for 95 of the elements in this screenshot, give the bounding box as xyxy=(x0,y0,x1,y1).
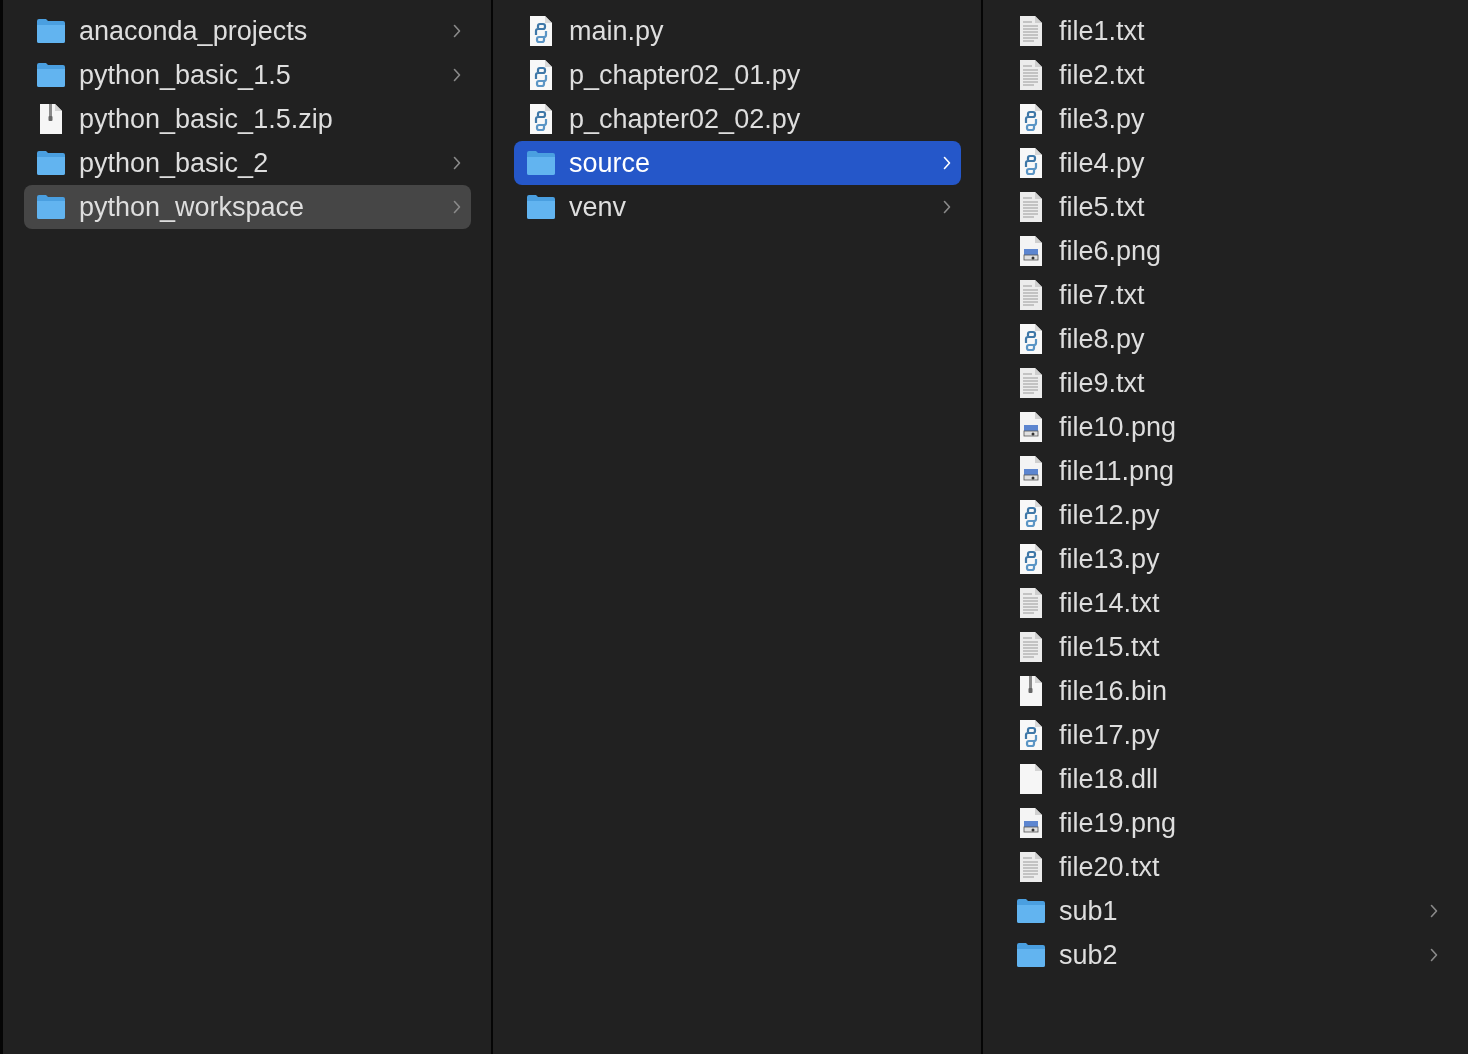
file-name: file10.png xyxy=(1059,411,1178,443)
folder-icon xyxy=(1016,897,1046,925)
folder-row[interactable]: sub2 xyxy=(1004,933,1448,977)
python-file-icon xyxy=(1018,323,1044,355)
file-name: sub2 xyxy=(1059,939,1119,971)
file-name: venv xyxy=(569,191,628,223)
folder-row[interactable]: source xyxy=(514,141,961,185)
folder-row[interactable]: venv xyxy=(514,185,961,229)
file-name: file7.txt xyxy=(1059,279,1146,311)
folder-icon xyxy=(1016,941,1046,969)
python-file-icon xyxy=(528,59,554,91)
file-name: file5.txt xyxy=(1059,191,1146,223)
file-name: p_chapter02_02.py xyxy=(569,103,802,135)
file-row[interactable]: file10.png xyxy=(1004,405,1448,449)
file-name: file18.dll xyxy=(1059,763,1160,795)
file-name: file4.py xyxy=(1059,147,1146,179)
file-name: file12.py xyxy=(1059,499,1161,531)
file-row[interactable]: file17.py xyxy=(1004,713,1448,757)
folder-icon xyxy=(36,61,66,89)
file-name: file20.txt xyxy=(1059,851,1161,883)
text-file-icon xyxy=(1018,851,1044,883)
text-file-icon xyxy=(1018,631,1044,663)
file-row[interactable]: file4.py xyxy=(1004,141,1448,185)
zip-file-icon xyxy=(1018,675,1044,707)
file-row[interactable]: file8.py xyxy=(1004,317,1448,361)
file-name: p_chapter02_01.py xyxy=(569,59,802,91)
file-name: source xyxy=(569,147,652,179)
file-name: python_basic_1.5 xyxy=(79,59,292,91)
file-row[interactable]: file18.dll xyxy=(1004,757,1448,801)
file-name: file11.png xyxy=(1059,455,1176,487)
file-name: python_workspace xyxy=(79,191,306,223)
text-file-icon xyxy=(1018,191,1044,223)
file-name: file9.txt xyxy=(1059,367,1146,399)
file-row[interactable]: file7.txt xyxy=(1004,273,1448,317)
file-name: file19.png xyxy=(1059,807,1178,839)
file-row[interactable]: p_chapter02_01.py xyxy=(514,53,961,97)
folder-icon xyxy=(36,149,66,177)
file-name: file15.txt xyxy=(1059,631,1161,663)
file-name: file14.txt xyxy=(1059,587,1161,619)
file-name: file17.py xyxy=(1059,719,1161,751)
folder-row[interactable]: python_basic_2 xyxy=(24,141,471,185)
file-row[interactable]: file15.txt xyxy=(1004,625,1448,669)
file-row[interactable]: file16.bin xyxy=(1004,669,1448,713)
text-file-icon xyxy=(1018,15,1044,47)
text-file-icon xyxy=(1018,587,1044,619)
folder-row[interactable]: anaconda_projects xyxy=(24,9,471,53)
folder-icon xyxy=(526,193,556,221)
file-name: file1.txt xyxy=(1059,15,1146,47)
file-row[interactable]: file14.txt xyxy=(1004,581,1448,625)
python-file-icon xyxy=(528,15,554,47)
text-file-icon xyxy=(1018,279,1044,311)
file-row[interactable]: file5.txt xyxy=(1004,185,1448,229)
python-file-icon xyxy=(1018,499,1044,531)
file-row[interactable]: file3.py xyxy=(1004,97,1448,141)
zip-file-icon xyxy=(38,103,64,135)
folder-icon xyxy=(36,193,66,221)
file-name: sub1 xyxy=(1059,895,1119,927)
text-file-icon xyxy=(1018,367,1044,399)
document-icon xyxy=(1018,763,1044,795)
file-name: file8.py xyxy=(1059,323,1146,355)
folder-icon xyxy=(36,17,66,45)
file-row[interactable]: main.py xyxy=(514,9,961,53)
image-file-icon xyxy=(1018,455,1044,487)
python-file-icon xyxy=(528,103,554,135)
file-row[interactable]: python_basic_1.5.zip xyxy=(24,97,471,141)
text-file-icon xyxy=(1018,59,1044,91)
file-name: file13.py xyxy=(1059,543,1161,575)
image-file-icon xyxy=(1018,235,1044,267)
folder-icon xyxy=(526,149,556,177)
file-name: main.py xyxy=(569,15,665,47)
file-row[interactable]: file6.png xyxy=(1004,229,1448,273)
file-name: file2.txt xyxy=(1059,59,1146,91)
file-row[interactable]: file19.png xyxy=(1004,801,1448,845)
file-row[interactable]: file20.txt xyxy=(1004,845,1448,889)
file-row[interactable]: file1.txt xyxy=(1004,9,1448,53)
file-name: file3.py xyxy=(1059,103,1146,135)
python-file-icon xyxy=(1018,543,1044,575)
python-file-icon xyxy=(1018,147,1044,179)
python-file-icon xyxy=(1018,719,1044,751)
image-file-icon xyxy=(1018,807,1044,839)
file-name: file6.png xyxy=(1059,235,1163,267)
file-row[interactable]: file9.txt xyxy=(1004,361,1448,405)
file-row[interactable]: file11.png xyxy=(1004,449,1448,493)
file-row[interactable]: file2.txt xyxy=(1004,53,1448,97)
folder-row[interactable]: sub1 xyxy=(1004,889,1448,933)
file-row[interactable]: file12.py xyxy=(1004,493,1448,537)
file-row[interactable]: p_chapter02_02.py xyxy=(514,97,961,141)
file-name: file16.bin xyxy=(1059,675,1169,707)
image-file-icon xyxy=(1018,411,1044,443)
file-row[interactable]: file13.py xyxy=(1004,537,1448,581)
file-name: python_basic_1.5.zip xyxy=(79,103,334,135)
folder-row[interactable]: python_basic_1.5 xyxy=(24,53,471,97)
file-name: python_basic_2 xyxy=(79,147,270,179)
file-name: anaconda_projects xyxy=(79,15,309,47)
python-file-icon xyxy=(1018,103,1044,135)
